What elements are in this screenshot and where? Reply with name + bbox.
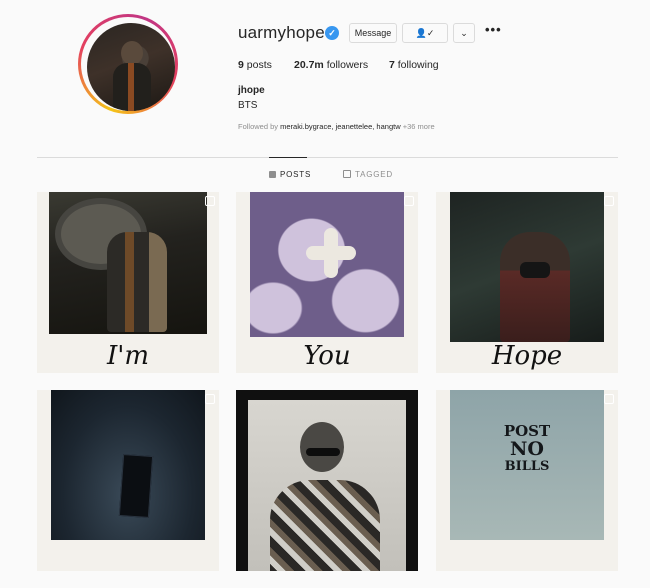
post-thumbnail[interactable]: I'm xyxy=(37,192,219,373)
post-thumbnail[interactable]: Hope xyxy=(436,192,618,373)
tab-tagged[interactable]: TAGGED xyxy=(343,170,393,179)
profile-bio: BTS xyxy=(238,100,258,111)
post-photo xyxy=(450,192,604,342)
post-photo xyxy=(51,390,205,540)
chevron-down-icon: ⌄ xyxy=(460,28,468,38)
carousel-icon xyxy=(404,196,414,206)
following-button[interactable]: 👤✓ xyxy=(402,23,448,43)
posts-count-value: 9 xyxy=(238,59,244,71)
following-check-icon: 👤✓ xyxy=(415,28,435,38)
polaroid-caption: You xyxy=(303,341,351,371)
followed-by-users: meraki.bygrace, jeanettelee, hangtw xyxy=(280,122,401,131)
polaroid-caption: Hope xyxy=(491,341,563,371)
sign-line: NO xyxy=(510,437,544,460)
followers-count[interactable]: 20.7m followers xyxy=(294,59,368,71)
posts-count: 9 posts xyxy=(238,59,272,71)
post-photo: POST NO BILLS xyxy=(450,390,604,540)
person-figure xyxy=(500,232,570,342)
carousel-icon xyxy=(205,196,215,206)
post-photo xyxy=(248,400,406,571)
post-thumbnail[interactable] xyxy=(37,390,219,571)
grid-icon xyxy=(269,171,276,178)
posts-count-label: posts xyxy=(246,59,272,71)
carousel-icon xyxy=(205,394,215,404)
sign-line: BILLS xyxy=(504,458,550,474)
tab-posts-label: POSTS xyxy=(280,170,312,179)
tag-icon xyxy=(343,170,351,178)
profile-full-name: jhope xyxy=(238,85,265,96)
avatar-figure xyxy=(113,63,151,111)
face-mask xyxy=(520,262,550,278)
more-options-icon[interactable]: ••• xyxy=(485,22,502,37)
followers-count-value: 20.7m xyxy=(294,59,324,71)
followed-by-more: +36 more xyxy=(402,122,435,131)
profile-avatar[interactable] xyxy=(78,14,178,114)
avatar-photo xyxy=(87,23,175,111)
post-thumbnail[interactable]: POST NO BILLS xyxy=(436,390,618,571)
post-photo xyxy=(250,192,404,337)
carousel-icon xyxy=(604,394,614,404)
person-head xyxy=(300,422,344,472)
carousel-icon xyxy=(604,196,614,206)
following-count-value: 7 xyxy=(389,59,395,71)
person-figure xyxy=(107,232,167,332)
verified-badge-icon: ✓ xyxy=(325,26,339,40)
patterned-shirt xyxy=(270,480,380,571)
avatar-head xyxy=(121,41,143,65)
sunglasses xyxy=(306,448,340,456)
followers-count-label: followers xyxy=(326,59,369,71)
profile-username: uarmyhope xyxy=(238,23,325,42)
active-tab-indicator xyxy=(269,157,307,158)
tabs-divider xyxy=(37,157,618,158)
post-photo xyxy=(49,192,207,334)
suggestions-dropdown-button[interactable]: ⌄ xyxy=(453,23,475,43)
followed-by-prefix: Followed by xyxy=(238,122,279,131)
cross-shape xyxy=(306,228,356,278)
post-thumbnail[interactable] xyxy=(236,390,418,571)
phone-object xyxy=(118,454,154,518)
post-thumbnail[interactable]: You xyxy=(236,192,418,373)
tab-posts[interactable]: POSTS xyxy=(269,170,311,179)
following-count-label: following xyxy=(397,59,439,71)
polaroid-caption: I'm xyxy=(106,341,150,371)
tab-tagged-label: TAGGED xyxy=(355,170,393,179)
message-button[interactable]: Message xyxy=(349,23,397,43)
following-count[interactable]: 7 following xyxy=(389,59,439,71)
avatar-border xyxy=(81,17,175,111)
followed-by-line[interactable]: Followed by meraki.bygrace, jeanettelee,… xyxy=(238,122,435,131)
stencil-sign: POST NO BILLS xyxy=(470,423,584,474)
